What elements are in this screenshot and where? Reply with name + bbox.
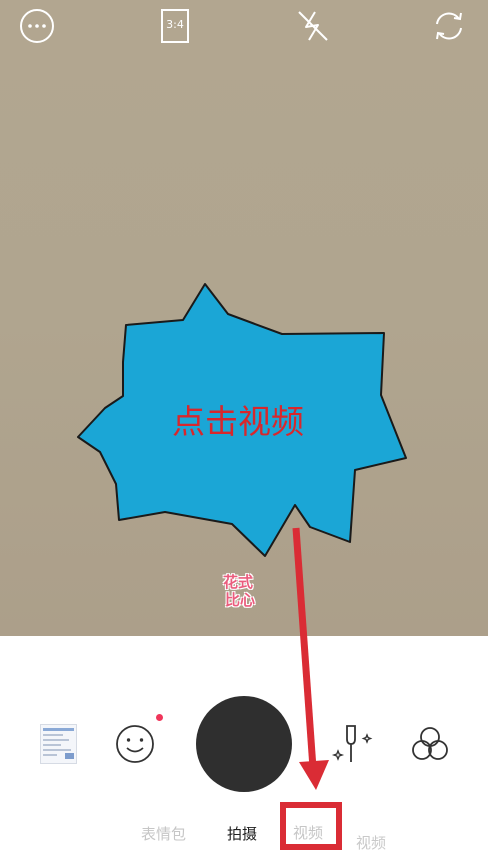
pointer-arrow [292,527,329,790]
